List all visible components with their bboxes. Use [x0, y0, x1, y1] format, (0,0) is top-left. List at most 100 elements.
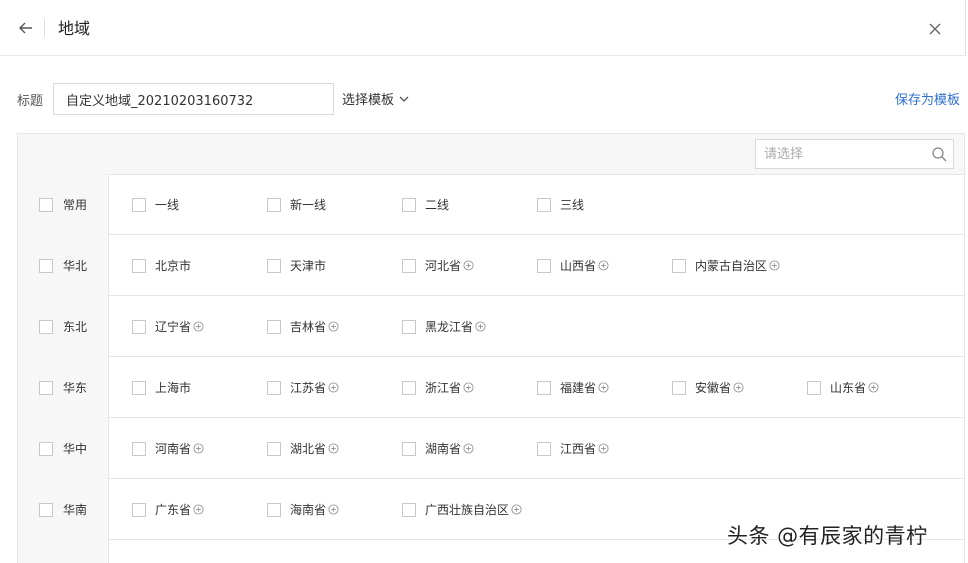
checkbox[interactable] — [537, 380, 551, 395]
checkbox[interactable] — [267, 380, 281, 395]
list-item[interactable]: 江苏省 — [267, 379, 339, 396]
checkbox[interactable] — [402, 380, 416, 395]
checkbox[interactable] — [132, 319, 146, 334]
list-item[interactable]: 河北省 — [402, 257, 474, 274]
expand-plus-icon[interactable] — [463, 443, 474, 454]
list-item[interactable]: 湖南省 — [402, 440, 474, 457]
expand-plus-icon[interactable] — [193, 443, 204, 454]
checkbox[interactable] — [39, 258, 53, 273]
checkbox[interactable] — [537, 197, 551, 212]
region-checkbox[interactable]: 华北 — [39, 257, 87, 274]
checkbox[interactable] — [39, 502, 53, 517]
checkbox[interactable] — [39, 380, 53, 395]
checkbox[interactable] — [402, 502, 416, 517]
checkbox[interactable] — [672, 258, 686, 273]
list-item[interactable]: 安徽省 — [672, 379, 744, 396]
list-item[interactable]: 天津市 — [267, 257, 326, 274]
list-item[interactable]: 广东省 — [132, 501, 204, 518]
list-item[interactable]: 吉林省 — [267, 318, 339, 335]
back-arrow-icon[interactable] — [16, 18, 36, 38]
expand-plus-icon[interactable] — [193, 321, 204, 332]
list-item-text: 湖南省 — [425, 440, 474, 457]
list-item-label: 黑龙江省 — [425, 320, 474, 334]
select-template-dropdown[interactable]: 选择模板 — [342, 89, 410, 108]
region-label: 华东 — [63, 381, 88, 395]
list-item[interactable]: 上海市 — [132, 379, 191, 396]
expand-plus-icon[interactable] — [328, 504, 339, 515]
list-item[interactable]: 江西省 — [537, 440, 609, 457]
expand-plus-icon[interactable] — [463, 382, 474, 393]
list-item-text: 新一线 — [290, 196, 326, 213]
checkbox[interactable] — [132, 502, 146, 517]
checkbox[interactable] — [132, 380, 146, 395]
list-item[interactable]: 山西省 — [537, 257, 609, 274]
checkbox[interactable] — [267, 319, 281, 334]
checkbox[interactable] — [402, 319, 416, 334]
list-item[interactable]: 辽宁省 — [132, 318, 204, 335]
expand-plus-icon[interactable] — [598, 260, 609, 271]
region-checkbox[interactable]: 华东 — [39, 379, 87, 396]
checkbox[interactable] — [132, 197, 146, 212]
checkbox[interactable] — [267, 258, 281, 273]
checkbox[interactable] — [402, 197, 416, 212]
list-item-label: 河南省 — [155, 442, 192, 456]
list-item-label: 山西省 — [560, 259, 597, 273]
checkbox[interactable] — [537, 441, 551, 456]
expand-plus-icon[interactable] — [463, 260, 474, 271]
list-item[interactable]: 三线 — [537, 196, 584, 213]
checkbox[interactable] — [267, 502, 281, 517]
expand-plus-icon[interactable] — [733, 382, 744, 393]
list-item[interactable]: 广西壮族自治区 — [402, 501, 522, 518]
list-item[interactable]: 北京市 — [132, 257, 191, 274]
expand-plus-icon[interactable] — [328, 382, 339, 393]
search-icon[interactable] — [931, 146, 947, 162]
list-item[interactable]: 二线 — [402, 196, 449, 213]
region-checkbox[interactable]: 华南 — [39, 501, 87, 518]
expand-plus-icon[interactable] — [328, 321, 339, 332]
list-item[interactable]: 一线 — [132, 196, 179, 213]
expand-plus-icon[interactable] — [511, 504, 522, 515]
checkbox[interactable] — [672, 380, 686, 395]
list-item[interactable]: 湖北省 — [267, 440, 339, 457]
list-item-text: 辽宁省 — [155, 318, 204, 335]
expand-plus-icon[interactable] — [769, 260, 780, 271]
checkbox[interactable] — [132, 441, 146, 456]
list-item-label: 吉林省 — [290, 320, 327, 334]
checkbox[interactable] — [537, 258, 551, 273]
list-item[interactable]: 内蒙古自治区 — [672, 257, 780, 274]
title-input[interactable] — [53, 83, 334, 115]
save-as-template-link[interactable]: 保存为模板 — [895, 89, 960, 108]
search-input[interactable] — [756, 140, 932, 168]
list-item[interactable]: 浙江省 — [402, 379, 474, 396]
list-item-label: 广东省 — [155, 503, 192, 517]
list-item-text: 二线 — [425, 196, 449, 213]
checkbox[interactable] — [807, 380, 821, 395]
checkbox[interactable] — [267, 197, 281, 212]
expand-plus-icon[interactable] — [868, 382, 879, 393]
province-cell: 北京市 天津市 河北省 山西省 内蒙古自治区 — [108, 235, 964, 296]
header-divider — [44, 19, 45, 37]
checkbox[interactable] — [39, 197, 53, 212]
list-item[interactable]: 福建省 — [537, 379, 609, 396]
expand-plus-icon[interactable] — [598, 443, 609, 454]
checkbox[interactable] — [402, 258, 416, 273]
close-icon[interactable] — [926, 20, 944, 38]
checkbox[interactable] — [39, 441, 53, 456]
region-checkbox[interactable]: 常用 — [39, 196, 87, 213]
list-item[interactable]: 海南省 — [267, 501, 339, 518]
expand-plus-icon[interactable] — [193, 504, 204, 515]
expand-plus-icon[interactable] — [328, 443, 339, 454]
list-item[interactable]: 黑龙江省 — [402, 318, 486, 335]
checkbox[interactable] — [267, 441, 281, 456]
checkbox[interactable] — [39, 319, 53, 334]
list-item[interactable]: 河南省 — [132, 440, 204, 457]
region-checkbox[interactable]: 东北 — [39, 318, 87, 335]
list-item-text: 广东省 — [155, 501, 204, 518]
expand-plus-icon[interactable] — [598, 382, 609, 393]
region-checkbox[interactable]: 华中 — [39, 440, 87, 457]
expand-plus-icon[interactable] — [475, 321, 486, 332]
list-item[interactable]: 山东省 — [807, 379, 879, 396]
checkbox[interactable] — [132, 258, 146, 273]
checkbox[interactable] — [402, 441, 416, 456]
list-item[interactable]: 新一线 — [267, 196, 326, 213]
